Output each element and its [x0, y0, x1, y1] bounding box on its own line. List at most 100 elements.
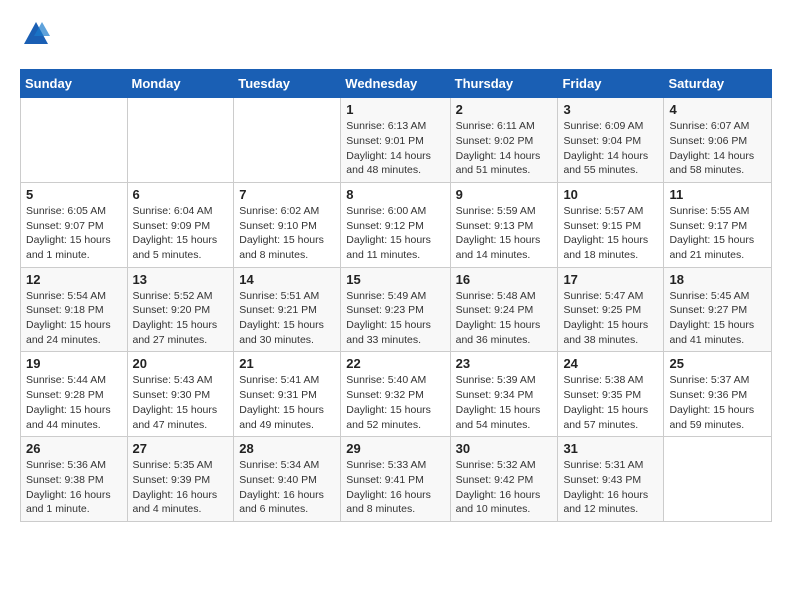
calendar-cell: 10 Sunrise: 5:57 AM Sunset: 9:15 PM Dayli…: [558, 182, 664, 267]
day-info: Sunrise: 6:02 AM Sunset: 9:10 PM Dayligh…: [239, 204, 335, 263]
day-number: 28: [239, 441, 335, 456]
day-info: Sunrise: 5:52 AM Sunset: 9:20 PM Dayligh…: [133, 289, 229, 348]
day-header-friday: Friday: [558, 70, 664, 98]
day-info: Sunrise: 5:33 AM Sunset: 9:41 PM Dayligh…: [346, 458, 444, 517]
calendar-cell: 16 Sunrise: 5:48 AM Sunset: 9:24 PM Dayli…: [450, 267, 558, 352]
day-info: Sunrise: 5:55 AM Sunset: 9:17 PM Dayligh…: [669, 204, 766, 263]
day-number: 29: [346, 441, 444, 456]
day-number: 24: [563, 356, 658, 371]
calendar-week-1: 1 Sunrise: 6:13 AM Sunset: 9:01 PM Daylig…: [21, 98, 772, 183]
calendar-cell: 13 Sunrise: 5:52 AM Sunset: 9:20 PM Dayli…: [127, 267, 234, 352]
day-number: 18: [669, 272, 766, 287]
calendar-cell: 5 Sunrise: 6:05 AM Sunset: 9:07 PM Daylig…: [21, 182, 128, 267]
day-info: Sunrise: 6:00 AM Sunset: 9:12 PM Dayligh…: [346, 204, 444, 263]
day-info: Sunrise: 5:39 AM Sunset: 9:34 PM Dayligh…: [456, 373, 553, 432]
day-number: 11: [669, 187, 766, 202]
day-info: Sunrise: 5:57 AM Sunset: 9:15 PM Dayligh…: [563, 204, 658, 263]
day-info: Sunrise: 6:09 AM Sunset: 9:04 PM Dayligh…: [563, 119, 658, 178]
day-number: 30: [456, 441, 553, 456]
calendar-cell: 6 Sunrise: 6:04 AM Sunset: 9:09 PM Daylig…: [127, 182, 234, 267]
calendar-week-3: 12 Sunrise: 5:54 AM Sunset: 9:18 PM Dayli…: [21, 267, 772, 352]
day-info: Sunrise: 6:13 AM Sunset: 9:01 PM Dayligh…: [346, 119, 444, 178]
day-header-thursday: Thursday: [450, 70, 558, 98]
calendar-cell: 29 Sunrise: 5:33 AM Sunset: 9:41 PM Dayli…: [341, 437, 450, 522]
calendar-cell: 28 Sunrise: 5:34 AM Sunset: 9:40 PM Dayli…: [234, 437, 341, 522]
calendar-cell: 2 Sunrise: 6:11 AM Sunset: 9:02 PM Daylig…: [450, 98, 558, 183]
page-header: [20, 20, 772, 53]
day-number: 31: [563, 441, 658, 456]
calendar-cell: 22Sunrise: 5:40 AM Sunset: 9:32 PM Dayli…: [341, 352, 450, 437]
calendar-cell: 17Sunrise: 5:47 AM Sunset: 9:25 PM Dayli…: [558, 267, 664, 352]
day-number: 2: [456, 102, 553, 117]
calendar-cell: 31 Sunrise: 5:31 AM Sunset: 9:43 PM Dayli…: [558, 437, 664, 522]
day-info: Sunrise: 5:45 AM Sunset: 9:27 PM Dayligh…: [669, 289, 766, 348]
day-info: Sunrise: 5:51 AM Sunset: 9:21 PM Dayligh…: [239, 289, 335, 348]
calendar-cell: 8 Sunrise: 6:00 AM Sunset: 9:12 PM Daylig…: [341, 182, 450, 267]
calendar-week-4: 19Sunrise: 5:44 AM Sunset: 9:28 PM Dayli…: [21, 352, 772, 437]
calendar-cell: [664, 437, 772, 522]
day-info: Sunrise: 5:41 AM Sunset: 9:31 PM Dayligh…: [239, 373, 335, 432]
day-number: 25: [669, 356, 766, 371]
calendar-cell: 14 Sunrise: 5:51 AM Sunset: 9:21 PM Dayli…: [234, 267, 341, 352]
day-info: Sunrise: 5:40 AM Sunset: 9:32 PM Dayligh…: [346, 373, 444, 432]
day-number: 14: [239, 272, 335, 287]
calendar-cell: 15 Sunrise: 5:49 AM Sunset: 9:23 PM Dayli…: [341, 267, 450, 352]
calendar-cell: [234, 98, 341, 183]
day-info: Sunrise: 5:37 AM Sunset: 9:36 PM Dayligh…: [669, 373, 766, 432]
logo-icon: [22, 20, 50, 48]
day-info: Sunrise: 5:38 AM Sunset: 9:35 PM Dayligh…: [563, 373, 658, 432]
day-number: 8: [346, 187, 444, 202]
day-info: Sunrise: 6:07 AM Sunset: 9:06 PM Dayligh…: [669, 119, 766, 178]
day-number: 26: [26, 441, 122, 456]
day-number: 3: [563, 102, 658, 117]
day-number: 12: [26, 272, 122, 287]
calendar-body: 1 Sunrise: 6:13 AM Sunset: 9:01 PM Daylig…: [21, 98, 772, 522]
calendar-cell: 3 Sunrise: 6:09 AM Sunset: 9:04 PM Daylig…: [558, 98, 664, 183]
day-number: 6: [133, 187, 229, 202]
day-info: Sunrise: 5:59 AM Sunset: 9:13 PM Dayligh…: [456, 204, 553, 263]
day-number: 17: [563, 272, 658, 287]
day-number: 23: [456, 356, 553, 371]
calendar-cell: [127, 98, 234, 183]
calendar-week-2: 5 Sunrise: 6:05 AM Sunset: 9:07 PM Daylig…: [21, 182, 772, 267]
logo: [20, 20, 50, 53]
calendar-cell: 24 Sunrise: 5:38 AM Sunset: 9:35 PM Dayli…: [558, 352, 664, 437]
day-number: 10: [563, 187, 658, 202]
day-number: 4: [669, 102, 766, 117]
calendar-cell: 25 Sunrise: 5:37 AM Sunset: 9:36 PM Dayli…: [664, 352, 772, 437]
calendar-cell: 7 Sunrise: 6:02 AM Sunset: 9:10 PM Daylig…: [234, 182, 341, 267]
day-info: Sunrise: 6:05 AM Sunset: 9:07 PM Dayligh…: [26, 204, 122, 263]
calendar-cell: 11 Sunrise: 5:55 AM Sunset: 9:17 PM Dayli…: [664, 182, 772, 267]
day-number: 27: [133, 441, 229, 456]
day-info: Sunrise: 6:04 AM Sunset: 9:09 PM Dayligh…: [133, 204, 229, 263]
day-info: Sunrise: 5:32 AM Sunset: 9:42 PM Dayligh…: [456, 458, 553, 517]
day-info: Sunrise: 5:48 AM Sunset: 9:24 PM Dayligh…: [456, 289, 553, 348]
day-header-wednesday: Wednesday: [341, 70, 450, 98]
calendar-cell: [21, 98, 128, 183]
day-number: 1: [346, 102, 444, 117]
calendar-cell: 1 Sunrise: 6:13 AM Sunset: 9:01 PM Daylig…: [341, 98, 450, 183]
calendar-cell: 30 Sunrise: 5:32 AM Sunset: 9:42 PM Dayli…: [450, 437, 558, 522]
calendar-cell: 9Sunrise: 5:59 AM Sunset: 9:13 PM Daylig…: [450, 182, 558, 267]
day-number: 16: [456, 272, 553, 287]
day-number: 20: [133, 356, 229, 371]
calendar-table: SundayMondayTuesdayWednesdayThursdayFrid…: [20, 69, 772, 522]
day-info: Sunrise: 5:49 AM Sunset: 9:23 PM Dayligh…: [346, 289, 444, 348]
day-header-sunday: Sunday: [21, 70, 128, 98]
day-info: Sunrise: 5:31 AM Sunset: 9:43 PM Dayligh…: [563, 458, 658, 517]
day-number: 21: [239, 356, 335, 371]
day-info: Sunrise: 5:44 AM Sunset: 9:28 PM Dayligh…: [26, 373, 122, 432]
day-info: Sunrise: 6:11 AM Sunset: 9:02 PM Dayligh…: [456, 119, 553, 178]
day-info: Sunrise: 5:43 AM Sunset: 9:30 PM Dayligh…: [133, 373, 229, 432]
day-info: Sunrise: 5:34 AM Sunset: 9:40 PM Dayligh…: [239, 458, 335, 517]
calendar-cell: 26Sunrise: 5:36 AM Sunset: 9:38 PM Dayli…: [21, 437, 128, 522]
day-number: 15: [346, 272, 444, 287]
calendar-cell: 19Sunrise: 5:44 AM Sunset: 9:28 PM Dayli…: [21, 352, 128, 437]
day-info: Sunrise: 5:35 AM Sunset: 9:39 PM Dayligh…: [133, 458, 229, 517]
day-number: 7: [239, 187, 335, 202]
day-info: Sunrise: 5:54 AM Sunset: 9:18 PM Dayligh…: [26, 289, 122, 348]
calendar-cell: 12 Sunrise: 5:54 AM Sunset: 9:18 PM Dayli…: [21, 267, 128, 352]
day-number: 13: [133, 272, 229, 287]
calendar-cell: 4 Sunrise: 6:07 AM Sunset: 9:06 PM Daylig…: [664, 98, 772, 183]
day-number: 5: [26, 187, 122, 202]
